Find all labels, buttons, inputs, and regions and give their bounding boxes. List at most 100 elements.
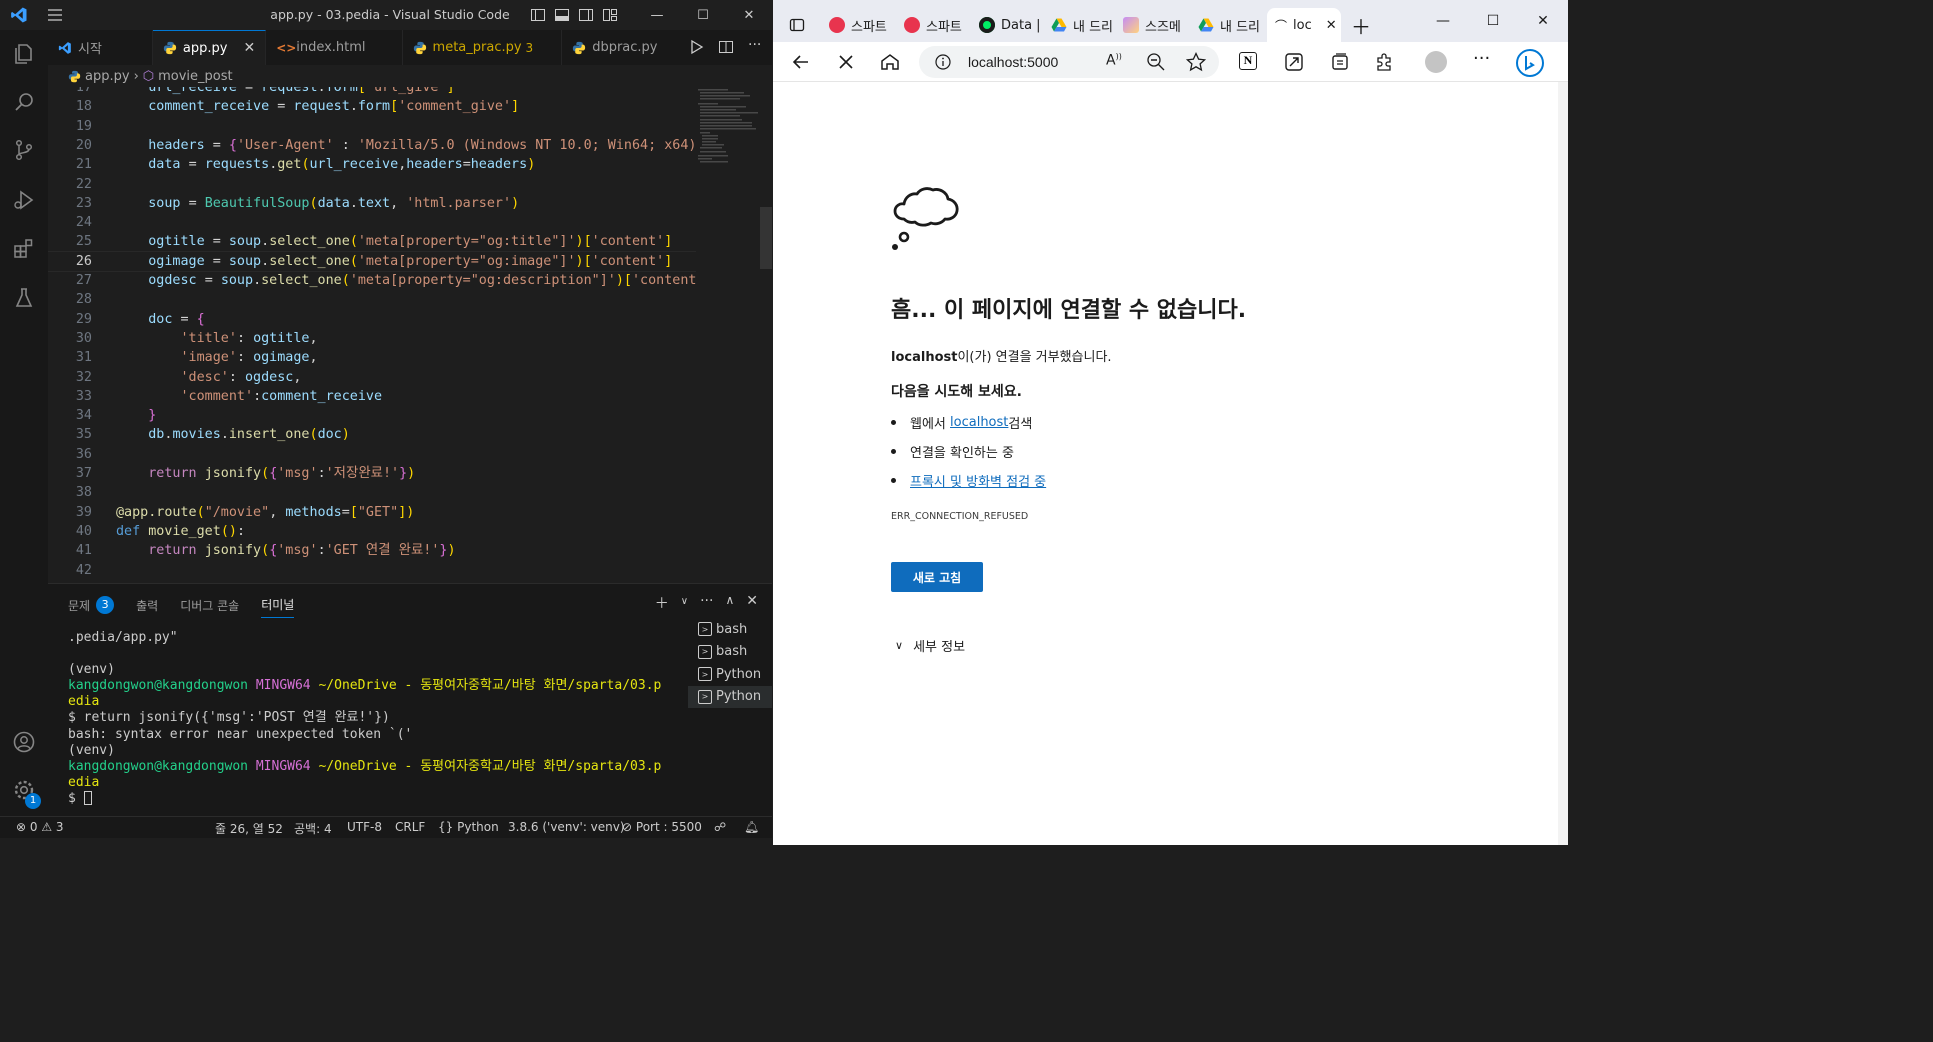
minimap[interactable] — [696, 87, 758, 582]
new-tab-icon[interactable]: ＋ — [1351, 8, 1371, 42]
code-line[interactable]: 24 — [48, 213, 698, 232]
code-line[interactable]: 18 comment_receive = request.form['comme… — [48, 97, 698, 116]
terminal-item-python[interactable]: > Python — [688, 685, 772, 708]
terminal-item-bash[interactable]: > bash — [688, 618, 772, 641]
code-line[interactable]: 20 headers = {'User-Agent' : 'Mozilla/5.… — [48, 136, 713, 155]
browser-tab[interactable]: 스즈메 — [1123, 8, 1181, 42]
run-python-file-icon[interactable] — [688, 39, 704, 55]
more-actions-icon[interactable]: ··· — [700, 593, 713, 613]
code-line[interactable]: 27 ogdesc = soup.select_one('meta[proper… — [48, 271, 713, 290]
tab-welcome[interactable]: 시작 — [48, 30, 153, 65]
close-tab-icon[interactable]: ✕ — [1326, 18, 1337, 33]
favorite-star-icon[interactable] — [1185, 51, 1207, 73]
status-live-server-port[interactable]: ⊘ Port : 5500 — [622, 820, 702, 834]
code-line[interactable]: 33 'comment':comment_receive — [48, 387, 698, 406]
minimize-icon[interactable]: — — [1418, 0, 1468, 42]
toggle-sidebar-icon[interactable] — [530, 7, 546, 23]
code-line[interactable]: 19 — [48, 117, 698, 136]
send-extension-icon[interactable] — [1283, 51, 1305, 73]
status-eol[interactable]: CRLF — [395, 820, 425, 834]
status-encoding[interactable]: UTF-8 — [347, 820, 382, 834]
maximize-icon[interactable]: ☐ — [1468, 0, 1518, 42]
code-line[interactable]: 34 } — [48, 406, 698, 425]
bing-copilot-icon[interactable] — [1515, 48, 1545, 78]
close-icon[interactable]: ✕ — [1518, 0, 1568, 42]
back-arrow-icon[interactable] — [790, 51, 812, 73]
code-line[interactable]: 28 — [48, 290, 698, 309]
code-line[interactable]: 30 'title': ogtitle, — [48, 329, 698, 348]
code-line[interactable]: 42 — [48, 561, 698, 580]
tab-index-html[interactable]: <> index.html — [266, 30, 403, 65]
tab-debug-console[interactable]: 디버그 콘솔 — [180, 592, 239, 618]
tab-problems[interactable]: 문제 3 — [68, 592, 115, 618]
toggle-panel-icon[interactable] — [554, 7, 570, 23]
tab-dbprac-py[interactable]: dbprac.py — [562, 30, 667, 65]
code-line[interactable]: 22 — [48, 175, 698, 194]
code-line[interactable]: 37 return jsonify({'msg':'저장완료!'}) — [48, 464, 698, 483]
code-line[interactable]: 36 — [48, 445, 698, 464]
stop-loading-icon[interactable] — [835, 51, 857, 73]
code-line[interactable]: 38 — [48, 483, 698, 502]
extensions-puzzle-icon[interactable] — [1373, 51, 1395, 73]
account-icon[interactable] — [12, 730, 36, 754]
tab-meta-prac-py[interactable]: meta_prac.py 3 — [403, 30, 563, 65]
page-scrollbar[interactable] — [1558, 82, 1568, 845]
code-line[interactable]: 25 ogtitle = soup.select_one('meta[prope… — [48, 232, 698, 251]
more-actions-icon[interactable]: ··· — [748, 38, 764, 55]
reload-button[interactable]: 새로 고침 — [891, 562, 983, 592]
browser-tab[interactable]: 스파트 — [904, 8, 962, 42]
accounts-feedback-icon[interactable]: ☍ — [714, 820, 726, 834]
tab-actions-icon[interactable] — [789, 17, 805, 33]
terminal-item-python[interactable]: > Python — [688, 663, 772, 686]
terminal-input-line[interactable]: $ — [68, 791, 688, 807]
code-line[interactable]: 41 return jsonify({'msg':'GET 연결 완료!'}) — [48, 541, 698, 560]
search-localhost-link[interactable]: localhost — [950, 415, 1008, 430]
toggle-secondary-sidebar-icon[interactable] — [578, 7, 594, 23]
code-line[interactable]: 26 ogimage = soup.select_one('meta[prope… — [48, 250, 699, 272]
code-line[interactable]: 32 'desc': ogdesc, — [48, 368, 698, 387]
run-debug-icon[interactable] — [12, 188, 36, 212]
close-tab-icon[interactable]: ✕ — [243, 40, 255, 56]
notion-extension-icon[interactable]: N — [1239, 52, 1257, 70]
code-line[interactable]: 35 db.movies.insert_one(doc) — [48, 425, 698, 444]
terminal-item-bash[interactable]: > bash — [688, 641, 772, 664]
maximize-panel-icon[interactable]: ∧ — [725, 593, 734, 613]
maximize-icon[interactable]: ☐ — [680, 0, 726, 30]
browser-tab-active[interactable]: ⌒ loc ✕ — [1267, 8, 1341, 42]
code-line[interactable]: 29 doc = { — [48, 310, 698, 329]
tab-app-py[interactable]: app.py ✕ — [152, 30, 267, 65]
profile-avatar[interactable] — [1425, 51, 1447, 73]
browser-tab[interactable]: 내 드리 — [1198, 8, 1260, 42]
source-control-icon[interactable] — [12, 138, 36, 162]
code-line[interactable]: 39 @app.route("/movie", methods=["GET"]) — [48, 503, 698, 522]
editor-scrollbar[interactable] — [760, 207, 772, 269]
code-line[interactable]: 23 soup = BeautifulSoup(data.text, 'html… — [48, 194, 698, 213]
status-interpreter[interactable]: 3.8.6 ('venv': venv) — [508, 820, 625, 834]
search-icon[interactable] — [12, 90, 36, 114]
status-cursor-position[interactable]: 줄 26, 열 52 — [215, 820, 283, 837]
read-aloud-icon[interactable]: A)) — [1106, 52, 1122, 69]
minimize-icon[interactable]: — — [634, 0, 680, 30]
check-proxy-firewall-link[interactable]: 프록시 및 방화벽 점검 중 — [910, 471, 1046, 490]
code-line[interactable]: 17 url_receive = request.form['url_give'… — [48, 87, 698, 97]
address-bar[interactable]: localhost:5000 — [919, 46, 1219, 78]
split-editor-icon[interactable] — [718, 39, 734, 55]
code-line[interactable]: 31 'image': ogimage, — [48, 348, 698, 367]
browser-tab[interactable]: 스파트 — [829, 8, 887, 42]
tab-terminal[interactable]: 터미널 — [261, 592, 295, 618]
testing-flask-icon[interactable] — [12, 286, 36, 310]
chevron-down-icon[interactable]: ∨ — [681, 593, 688, 613]
collections-icon[interactable] — [1329, 51, 1351, 73]
close-panel-icon[interactable]: ✕ — [746, 593, 758, 613]
notifications-bell-icon[interactable]: 🔔︎ — [744, 820, 759, 834]
code-line[interactable]: 40 def movie_get(): — [48, 522, 698, 541]
breadcrumb-file[interactable]: app.py — [85, 69, 130, 84]
breadcrumb-symbol[interactable]: movie_post — [158, 69, 233, 84]
explorer-icon[interactable] — [12, 42, 36, 66]
site-info-icon[interactable] — [935, 54, 951, 70]
home-icon[interactable] — [879, 51, 901, 73]
zoom-out-icon[interactable] — [1145, 51, 1167, 73]
tab-output[interactable]: 출력 — [136, 592, 158, 618]
details-toggle[interactable]: ∨ 세부 정보 — [895, 636, 965, 655]
customize-layout-icon[interactable] — [602, 7, 618, 23]
